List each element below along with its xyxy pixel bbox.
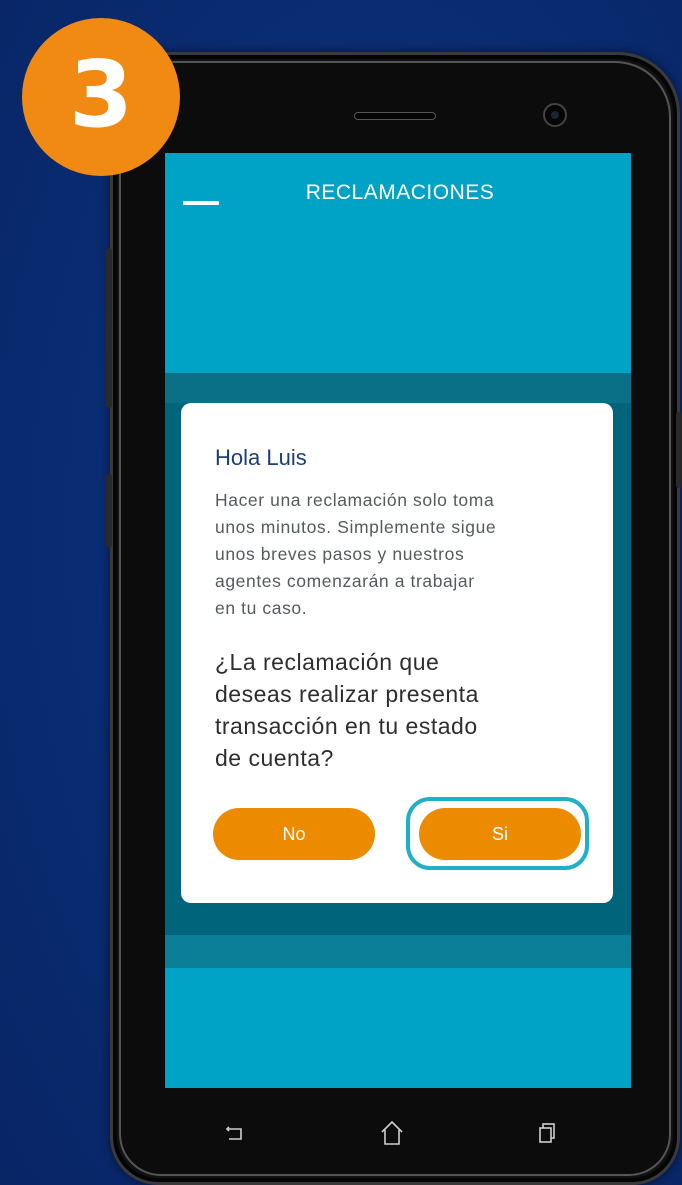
step-number-badge: 3 [22, 18, 180, 176]
dialog-body-line: agentes comenzarán a trabajar [215, 571, 475, 591]
dialog-question-line: ¿La reclamación que [215, 649, 440, 675]
si-button-highlight [406, 797, 589, 870]
speaker-grille [354, 112, 436, 120]
home-icon[interactable] [380, 1120, 404, 1150]
dialog-question-line: deseas realizar presenta [215, 681, 479, 707]
dialog-question: ¿La reclamación que deseas realizar pres… [215, 646, 565, 774]
dialog-question-line: de cuenta? [215, 745, 334, 771]
dialog-body: Hacer una reclamación solo toma unos min… [215, 487, 595, 622]
step-number: 3 [68, 41, 133, 148]
no-button[interactable]: No [213, 808, 375, 860]
header: RECLAMACIONES [285, 181, 515, 205]
dialog-body-line: Hacer una reclamación solo toma [215, 490, 495, 510]
power-button [676, 412, 681, 488]
dialog-body-line: unos minutos. Simplemente sigue [215, 517, 497, 537]
dialog-body-line: unos breves pasos y nuestros [215, 544, 465, 564]
dialog-body-line: en tu caso. [215, 598, 308, 618]
app-screen: RECLAMACIONES Hola Luis Hacer una reclam… [165, 153, 631, 1088]
overlay-top-band [165, 373, 631, 403]
android-navbar [165, 1088, 631, 1168]
front-camera [543, 103, 567, 127]
recent-apps-icon[interactable] [537, 1122, 557, 1148]
dialog-greeting: Hola Luis [215, 445, 307, 470]
back-icon[interactable] [225, 1124, 245, 1146]
dialog-question-line: transacción en tu estado [215, 713, 478, 739]
overlay-bottom-band [165, 935, 631, 968]
volume-button [106, 248, 112, 408]
side-button [106, 474, 112, 548]
screen-title: RECLAMACIONES [305, 181, 495, 204]
menu-icon[interactable] [183, 201, 219, 205]
